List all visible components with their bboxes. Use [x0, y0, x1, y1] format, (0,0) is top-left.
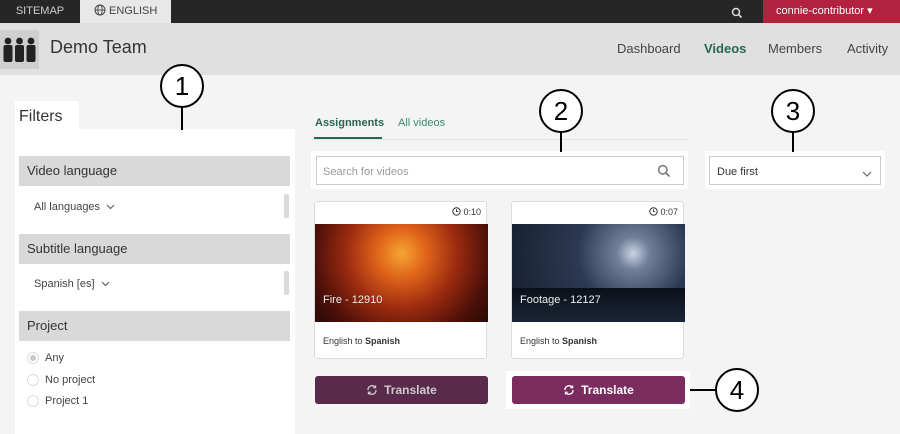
subtitle-language-scrollbar[interactable] [284, 271, 289, 295]
callout-4-line [690, 389, 716, 391]
sort-select[interactable]: Due first [709, 156, 881, 185]
team-name: Demo Team [50, 37, 147, 57]
translate-label: Translate [384, 383, 437, 397]
callout-4: 4 [715, 368, 759, 412]
user-menu[interactable]: connie-contributor ▾ [763, 0, 900, 23]
video-language-scrollbar[interactable] [284, 194, 289, 218]
chevron-down-icon [101, 281, 110, 287]
language-pair: English to Spanish [520, 336, 597, 346]
search-input[interactable]: Search for videos [316, 156, 684, 185]
nav-videos[interactable]: Videos [704, 41, 746, 56]
sync-icon [367, 385, 377, 395]
sync-icon [564, 385, 574, 395]
clock-icon [649, 207, 658, 216]
project-label-no-project: No project [45, 374, 96, 386]
project-radio-project-1[interactable] [27, 395, 39, 407]
search-icon[interactable] [657, 164, 671, 183]
search-icon[interactable] [731, 6, 743, 24]
callout-1-line [181, 108, 183, 130]
clock-icon [452, 207, 461, 216]
tab-assignments[interactable]: Assignments [315, 117, 384, 129]
video-title: Footage - 12127 [520, 294, 601, 306]
video-title: Fire - 12910 [323, 294, 383, 306]
video-thumbnail[interactable]: Fire - 12910 [315, 224, 488, 322]
chevron-down-icon [862, 164, 872, 182]
duration-badge: 0:10 [452, 207, 481, 217]
nav-dashboard[interactable]: Dashboard [617, 41, 681, 56]
language-pair: English to Spanish [323, 336, 400, 346]
language-label: ENGLISH [109, 5, 158, 17]
duration-text: 0:07 [660, 207, 679, 217]
sitemap-link[interactable]: SITEMAP [0, 0, 80, 23]
callout-2-line [560, 132, 562, 152]
project-radio-any[interactable] [27, 352, 39, 364]
project-label-any: Any [45, 352, 64, 364]
video-language-select[interactable]: All languages [34, 201, 115, 213]
translate-button[interactable]: Translate [315, 376, 488, 404]
video-language-value: All languages [34, 201, 101, 213]
source-language: English to [323, 336, 366, 346]
project-radio-no-project[interactable] [27, 374, 39, 386]
team-logo [0, 30, 39, 69]
translate-label: Translate [581, 383, 634, 397]
language-selector[interactable]: ENGLISH [80, 0, 171, 23]
callout-1: 1 [160, 64, 204, 108]
target-language: Spanish [365, 336, 401, 346]
project-label-project-1: Project 1 [45, 395, 89, 407]
target-language: Spanish [562, 336, 598, 346]
subtitle-language-value: Spanish [es] [34, 278, 95, 290]
nav-members[interactable]: Members [768, 41, 822, 56]
tab-all-videos[interactable]: All videos [398, 117, 445, 129]
translate-button[interactable]: Translate [512, 376, 685, 404]
callout-3-line [792, 132, 794, 152]
nav-activity[interactable]: Activity [847, 41, 888, 56]
filters-title: Filters [15, 101, 79, 130]
callout-2: 2 [539, 89, 583, 133]
active-tab-indicator [314, 137, 382, 139]
globe-icon [94, 4, 106, 16]
video-thumbnail[interactable]: Footage - 12127 [512, 224, 685, 322]
tabs-divider [312, 139, 688, 140]
duration-badge: 0:07 [649, 207, 678, 217]
chevron-down-icon [106, 204, 115, 210]
project-heading: Project [19, 311, 290, 341]
source-language: English to [520, 336, 563, 346]
subtitle-language-heading: Subtitle language [19, 234, 290, 264]
video-language-heading: Video language [19, 156, 290, 186]
callout-3: 3 [771, 89, 815, 133]
subtitle-language-select[interactable]: Spanish [es] [34, 278, 110, 290]
duration-text: 0:10 [463, 207, 482, 217]
